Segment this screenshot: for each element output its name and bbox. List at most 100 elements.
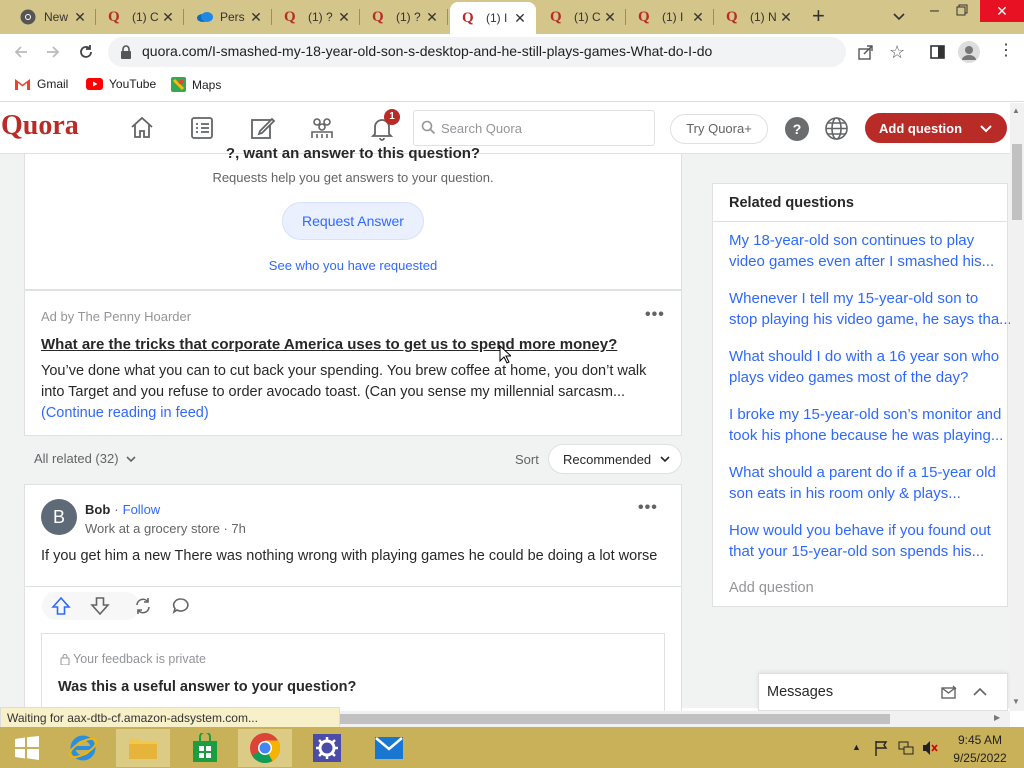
chrome-icon [20,9,36,25]
maximize-button[interactable] [956,4,968,16]
reload-icon[interactable] [77,43,95,61]
close-icon[interactable]: ✕ [424,9,440,26]
feedback-question: Was this a useful answer to your questio… [58,679,357,695]
related-question-link[interactable]: I broke my 15-year-old son’s monitor and… [729,404,1007,446]
window-close-button[interactable]: ✕ [980,0,1024,22]
ad-label[interactable]: Ad by The Penny Hoarder [41,309,191,324]
language-globe-icon[interactable] [824,116,849,141]
start-button[interactable] [0,729,54,767]
related-question-line: son eats in his room only & plays... [729,485,961,502]
continue-reading-link[interactable]: (Continue reading in feed) [41,405,209,421]
tab-new[interactable]: New ✕ [8,0,96,34]
downvote-icon[interactable] [90,597,110,615]
side-panel-icon[interactable] [930,45,945,59]
spaces-icon[interactable] [308,114,336,142]
gmail-icon [14,78,31,91]
quora-logo[interactable]: Quora [1,110,79,142]
close-icon[interactable]: ✕ [248,9,264,26]
following-icon[interactable] [188,114,216,142]
tab-quora[interactable]: Q (1) I ✕ [626,0,714,34]
all-related-filter[interactable]: All related (32) [34,451,137,466]
related-question-line: stop playing his video game, he says tha… [729,311,1012,328]
share-reshare-icon[interactable] [133,596,153,616]
avatar[interactable]: B [41,499,77,535]
scroll-up-arrow-icon[interactable]: ▲ [1012,106,1020,115]
bookmark-star-icon[interactable]: ☆ [889,42,905,63]
tab-quora-active[interactable]: Q (1) I ✕ [450,2,536,34]
related-question-link[interactable]: What should a parent do if a 15-year old… [729,462,1007,504]
sort-dropdown[interactable]: Recommended [548,444,682,474]
follow-link[interactable]: Follow [123,502,161,517]
tab-onedrive[interactable]: Pers ✕ [184,0,272,34]
close-icon[interactable]: ✕ [512,10,528,27]
related-question-link[interactable]: My 18-year-old son continues to play vid… [729,230,1007,272]
volume-muted-icon[interactable] [922,740,938,756]
mail-taskbar-button[interactable] [362,729,416,767]
notification-badge: 1 [384,109,400,125]
close-icon[interactable]: ✕ [778,9,794,26]
quora-icon: Q [550,9,562,25]
close-icon[interactable]: ✕ [602,9,618,26]
minimize-button[interactable]: – [930,2,939,20]
store-taskbar-button[interactable] [178,729,232,767]
ad-title[interactable]: What are the tricks that corporate Ameri… [41,336,671,353]
vertical-scrollbar-thumb[interactable] [1012,144,1022,220]
show-hidden-icons-chevron-icon[interactable]: ▲ [852,742,861,752]
answer-pen-icon[interactable] [248,114,276,142]
url-text[interactable]: quora.com/I-smashed-my-18-year-old-son-s… [142,43,712,59]
action-center-flag-icon[interactable] [874,740,888,756]
more-options-icon[interactable]: ••• [645,306,665,324]
back-arrow-icon[interactable] [12,43,30,61]
horizontal-scrollbar-thumb[interactable] [340,714,890,724]
related-question-link[interactable]: What should I do with a 16 year son who … [729,346,1007,388]
related-question-link[interactable]: How would you behave if you found out th… [729,520,1007,562]
tab-quora[interactable]: Q (1) ? ✕ [360,0,448,34]
upvote-icon[interactable] [51,597,71,615]
chevron-down-icon[interactable] [978,120,994,136]
tab-quora[interactable]: Q (1) C ✕ [96,0,184,34]
chrome-icon [249,732,281,764]
bookmark-gmail[interactable]: Gmail [14,77,68,91]
internet-explorer-taskbar-button[interactable] [56,729,110,767]
try-quora-plus-button[interactable]: Try Quora+ [670,114,768,144]
close-icon[interactable]: ✕ [336,9,352,26]
new-tab-button[interactable]: + [812,5,825,27]
lock-icon[interactable] [120,45,132,59]
network-icon[interactable] [898,740,914,756]
compose-message-icon[interactable] [941,685,958,699]
chevron-up-icon[interactable] [972,686,988,698]
scroll-down-arrow-icon[interactable]: ▼ [1012,697,1020,706]
home-icon[interactable] [128,114,156,142]
forward-arrow-icon[interactable] [44,43,62,61]
more-options-icon[interactable]: ••• [638,499,658,517]
see-requested-link[interactable]: See who you have requested [24,258,682,273]
clock-date[interactable]: 9/25/2022 [950,751,1010,765]
author-name[interactable]: Bob [85,502,110,517]
folder-icon [128,735,158,761]
close-icon[interactable]: ✕ [690,9,706,26]
close-icon[interactable]: ✕ [72,9,88,26]
tab-search-chevron-icon[interactable] [892,9,906,23]
comment-icon[interactable] [172,597,190,615]
settings-taskbar-button[interactable] [300,729,354,767]
related-question-link[interactable]: Whenever I tell my 15-year-old son to st… [729,288,1012,330]
menu-dots-icon[interactable]: ⋮ [998,42,1014,60]
help-button[interactable]: ? [785,117,809,141]
profile-avatar[interactable] [958,41,980,63]
share-icon[interactable] [858,44,874,60]
tab-quora[interactable]: Q (1) ? ✕ [272,0,360,34]
tab-quora[interactable]: Q (1) C ✕ [538,0,626,34]
tab-quora[interactable]: Q (1) N ✕ [714,0,802,34]
chrome-taskbar-button[interactable] [238,729,292,767]
related-add-question-link[interactable]: Add question [729,580,814,596]
bookmark-maps[interactable]: Maps [171,77,221,92]
tab-title: (1) I [486,11,508,25]
scroll-right-arrow-icon[interactable]: ▶ [994,713,1000,722]
clock-time[interactable]: 9:45 AM [952,733,1008,747]
tab-title: (1) ? [396,10,421,24]
close-icon[interactable]: ✕ [160,9,176,26]
tab-title: (1) I [662,10,684,24]
request-answer-button[interactable]: Request Answer [282,202,424,240]
bookmark-youtube[interactable]: YouTube [86,77,156,91]
file-explorer-taskbar-button[interactable] [116,729,170,767]
